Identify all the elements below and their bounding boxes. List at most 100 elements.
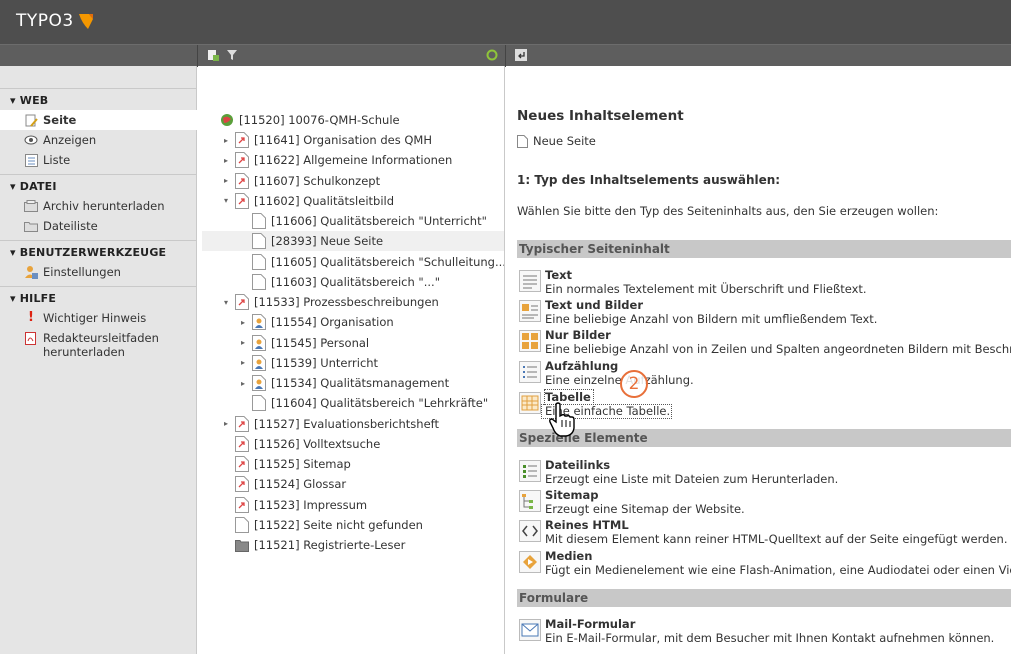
nav-item-archiv[interactable]: Archiv herunterladen	[0, 196, 196, 216]
tree-node[interactable]: [11604] Qualitätsbereich "Lehrkräfte"	[241, 393, 488, 413]
nav-section-title[interactable]: ▾ HILFE	[0, 290, 196, 308]
tree-node[interactable]: ▾ [11533] Prozessbeschreibungen	[224, 292, 439, 312]
html-icon[interactable]	[519, 520, 541, 542]
tree-node[interactable]: ▸ [11527] Evaluationsberichtsheft	[224, 414, 439, 434]
sitemap-icon[interactable]	[519, 490, 541, 512]
filelinks-icon[interactable]	[519, 460, 541, 482]
nav-item-redakteursleitfaden[interactable]: Redakteursleitfaden herunterladen	[0, 328, 196, 362]
content-type-description[interactable]: Ein normales Textelement mit Überschrift…	[545, 282, 867, 296]
content-type-option[interactable]: Medien Fügt ein Medienelement wie eine Fl…	[517, 547, 1011, 577]
tree-node[interactable]: ▾ [11602] Qualitätsleitbild	[224, 191, 394, 211]
user-page-icon[interactable]	[252, 375, 271, 391]
tree-node[interactable]: ▸ [11545] Personal	[241, 333, 369, 353]
nav-item-einstellungen[interactable]: Einstellungen	[0, 262, 196, 282]
collapse-arrow-icon[interactable]: ▾	[224, 298, 233, 307]
tree-root[interactable]: [11520] 10076-QMH-Schule	[220, 110, 400, 130]
content-type-option[interactable]: Sitemap Erzeugt eine Sitemap der Website.	[517, 486, 1011, 516]
typo3-logo[interactable]: TYPO3	[16, 11, 96, 31]
folder-page-icon[interactable]	[235, 537, 254, 553]
shortcut-page-icon[interactable]	[235, 476, 254, 493]
content-type-title[interactable]: Dateilinks	[545, 458, 610, 472]
tree-node[interactable]: [11522] Seite nicht gefunden	[224, 515, 423, 535]
tree-node[interactable]: [28393] Neue Seite	[202, 231, 504, 252]
tree-node[interactable]: [11605] Qualitätsbereich "Schulleitung..…	[241, 252, 504, 272]
tree-node[interactable]: ▸ [11607] Schulkonzept	[224, 171, 380, 191]
page-page-icon[interactable]	[252, 395, 271, 412]
page-page-icon[interactable]	[252, 273, 271, 290]
expand-arrow-icon[interactable]: ▸	[224, 156, 233, 165]
page-page-icon[interactable]	[252, 233, 271, 250]
tree-node[interactable]: ▸ [11554] Organisation	[241, 312, 394, 332]
content-type-description[interactable]: Ein E-Mail-Formular, mit dem Besucher mi…	[545, 631, 994, 645]
table-icon[interactable]	[519, 392, 541, 414]
new-page-icon[interactable]	[206, 48, 220, 62]
content-type-description[interactable]: Erzeugt eine Liste mit Dateien zum Herun…	[545, 472, 838, 486]
user-page-icon[interactable]	[252, 314, 271, 331]
shortcut-page-icon[interactable]	[235, 435, 254, 452]
shortcut-page-icon[interactable]	[235, 172, 254, 189]
text-icon[interactable]	[519, 270, 541, 292]
content-type-title[interactable]: Aufzählung	[545, 359, 618, 373]
page-page-icon[interactable]	[252, 213, 271, 229]
nav-item-wichtiger-hinweis[interactable]: ! Wichtiger Hinweis	[0, 308, 196, 328]
back-icon[interactable]	[514, 48, 528, 62]
expand-arrow-icon[interactable]: ▸	[241, 379, 250, 388]
mailform-icon[interactable]	[519, 619, 541, 641]
shortcut-page-icon[interactable]	[235, 415, 254, 432]
tree-node[interactable]: ▸ [11534] Qualitätsmanagement	[241, 373, 449, 393]
content-type-option[interactable]: Text und Bilder Eine beliebige Anzahl von…	[517, 296, 1011, 326]
content-type-option[interactable]: Reines HTML Mit diesem Element kann reine…	[517, 516, 1011, 546]
tree-node[interactable]: [11524] Glossar	[224, 474, 346, 494]
content-type-title[interactable]: Mail-Formular	[545, 617, 635, 631]
expand-arrow-icon[interactable]: ▸	[224, 419, 233, 428]
content-type-option[interactable]: Aufzählung Eine einzelne Aufzählung.	[517, 357, 1011, 387]
tree-node[interactable]: ▸ [11641] Organisation des QMH	[224, 130, 432, 150]
images-icon[interactable]	[519, 330, 541, 352]
tree-node[interactable]: ▸ [11622] Allgemeine Informationen	[224, 150, 452, 170]
tree-node[interactable]: [11606] Qualitätsbereich "Unterricht"	[241, 211, 487, 231]
shortcut-page-icon[interactable]	[235, 294, 254, 310]
content-type-title[interactable]: Text	[545, 268, 572, 282]
shortcut-page-icon[interactable]	[235, 132, 254, 148]
expand-arrow-icon[interactable]: ▸	[241, 318, 250, 327]
shortcut-page-icon[interactable]	[235, 496, 254, 513]
nav-section-title[interactable]: ▾ WEB	[0, 92, 196, 110]
shortcut-page-icon[interactable]	[235, 152, 254, 169]
tree-node[interactable]: [11525] Sitemap	[224, 454, 351, 474]
text-images-icon[interactable]	[519, 300, 541, 322]
media-icon[interactable]	[519, 551, 541, 573]
nav-item-liste[interactable]: Liste	[0, 150, 196, 170]
tree-node[interactable]: [11523] Impressum	[224, 495, 367, 515]
content-type-description[interactable]: Mit diesem Element kann reiner HTML-Quel…	[545, 532, 1007, 546]
content-type-option[interactable]: Text Ein normales Textelement mit Übersch…	[517, 266, 1011, 296]
nav-section-title[interactable]: ▾ DATEI	[0, 178, 196, 196]
content-type-description[interactable]: Eine beliebige Anzahl von Bildern mit um…	[545, 312, 877, 326]
shortcut-page-icon[interactable]	[235, 192, 254, 209]
nav-section-title[interactable]: ▾ BENUTZERWERKZEUGE	[0, 244, 196, 262]
content-type-title[interactable]: Reines HTML	[545, 518, 629, 532]
user-page-icon[interactable]	[252, 354, 271, 371]
content-type-title[interactable]: Text und Bilder	[545, 298, 643, 312]
user-page-icon[interactable]	[252, 334, 271, 351]
nav-item-seite[interactable]: Seite	[0, 110, 197, 130]
tree-node[interactable]: [11526] Volltextsuche	[224, 434, 380, 454]
content-type-option[interactable]: Nur Bilder Eine beliebige Anzahl von in Z…	[517, 326, 1011, 356]
expand-arrow-icon[interactable]: ▸	[224, 176, 233, 185]
tree-node[interactable]: ▸ [11539] Unterricht	[241, 353, 378, 373]
content-type-description[interactable]: Fügt ein Medienelement wie eine Flash-An…	[545, 563, 1011, 577]
content-type-description[interactable]: Eine beliebige Anzahl von in Zeilen und …	[545, 342, 1011, 356]
tree-node[interactable]: [11603] Qualitätsbereich "..."	[241, 272, 440, 292]
filter-icon[interactable]	[225, 48, 239, 62]
expand-arrow-icon[interactable]: ▸	[224, 136, 233, 145]
content-type-title[interactable]: Sitemap	[545, 488, 599, 502]
content-type-option[interactable]: Dateilinks Erzeugt eine Liste mit Dateien…	[517, 456, 1011, 486]
page-page-icon[interactable]	[235, 516, 254, 533]
content-type-option[interactable]: Mail-Formular Ein E-Mail-Formular, mit de…	[517, 615, 1011, 645]
content-type-title[interactable]: Nur Bilder	[545, 328, 611, 342]
nav-item-dateiliste[interactable]: Dateiliste	[0, 216, 196, 236]
tree-node[interactable]: [11521] Registrierte-Leser	[224, 535, 405, 555]
nav-item-anzeigen[interactable]: Anzeigen	[0, 130, 196, 150]
shortcut-page-icon[interactable]	[235, 456, 254, 472]
expand-arrow-icon[interactable]: ▸	[241, 358, 250, 367]
bullets-icon[interactable]	[519, 361, 541, 383]
